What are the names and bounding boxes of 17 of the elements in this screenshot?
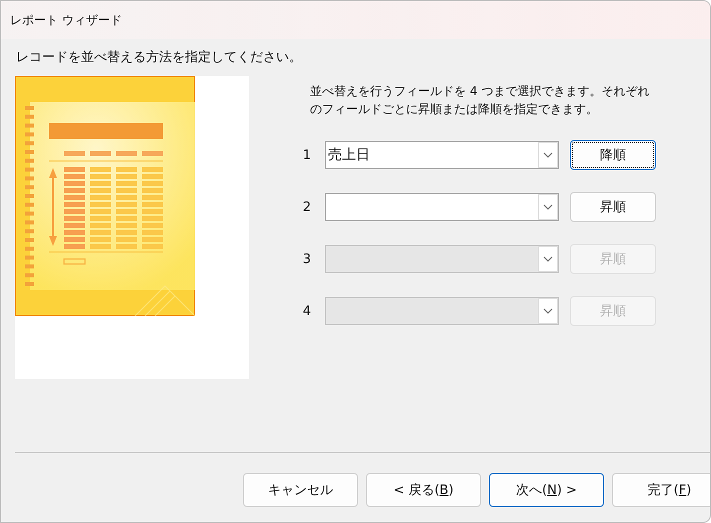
field-dropdown[interactable]: 売上日: [325, 141, 559, 169]
wizard-button[interactable]: 次へ(N) >: [489, 473, 604, 507]
sort-order-button[interactable]: 昇順: [570, 192, 656, 222]
sort-level-number: 3: [302, 252, 311, 266]
sort-level-number: 2: [302, 200, 311, 214]
wizard-button[interactable]: キャンセル: [243, 473, 358, 507]
window-title: レポート ウィザード: [10, 12, 122, 28]
description-text: 並べ替えを行うフィールドを 4 つまで選択できます。それぞれのフィールドごとに昇順または降順を指定できます。: [310, 83, 650, 118]
sort-level-number: 1: [302, 148, 311, 162]
instruction-text: レコードを並べ替える方法を指定してください。: [16, 49, 303, 66]
field-dropdown[interactable]: [325, 193, 559, 221]
wizard-button[interactable]: < 戻る(B): [366, 473, 481, 507]
chevron-down-icon[interactable]: [538, 142, 558, 168]
sort-order-button[interactable]: 降順: [570, 140, 656, 170]
sort-level-number: 4: [302, 304, 311, 318]
wizard-button[interactable]: 完了(F): [612, 473, 710, 507]
chevron-down-icon[interactable]: [538, 194, 558, 220]
